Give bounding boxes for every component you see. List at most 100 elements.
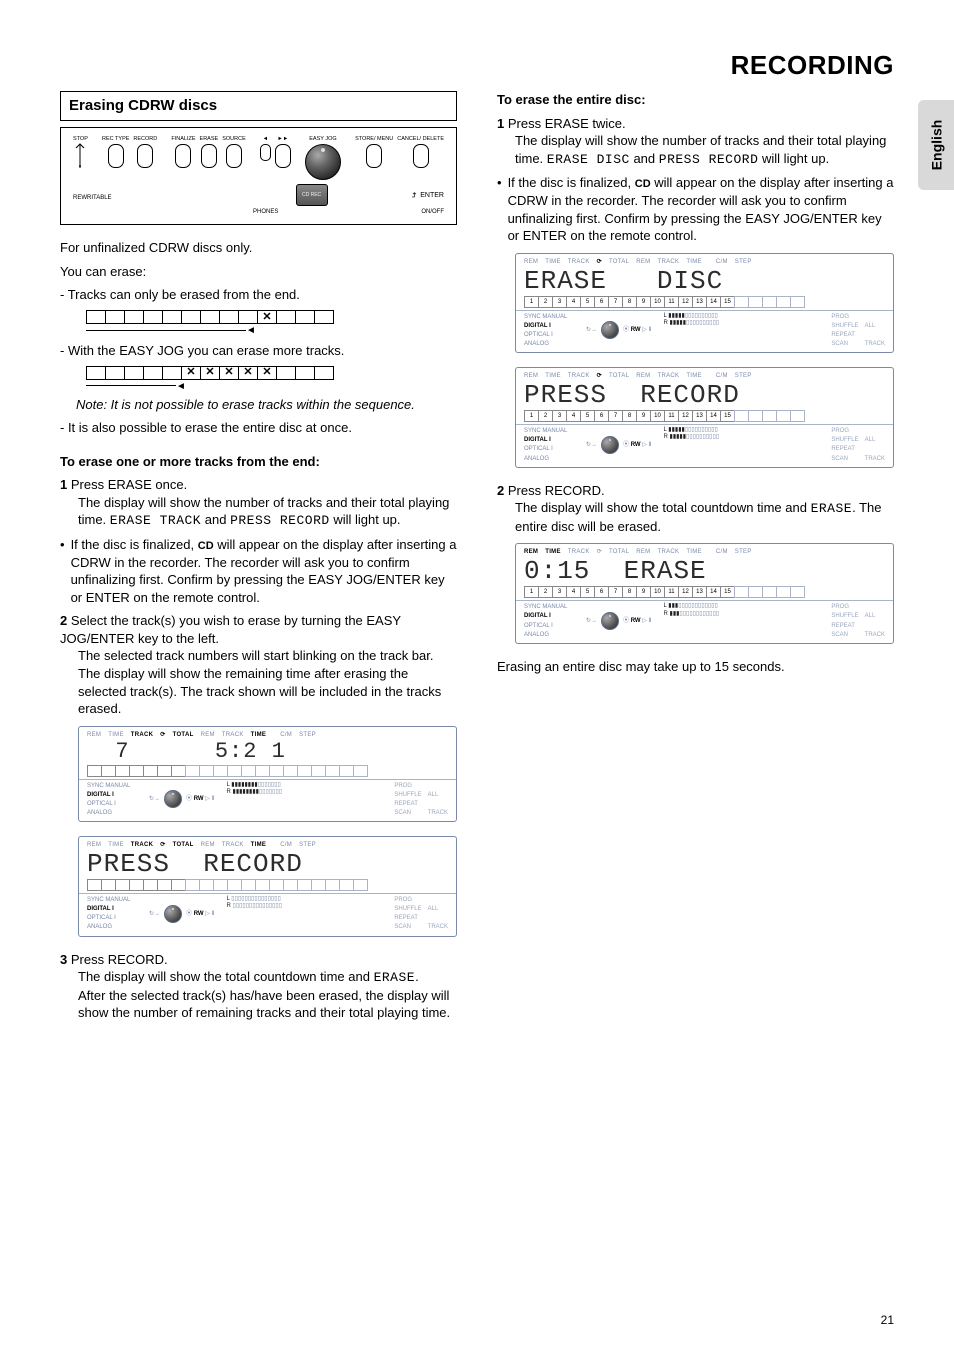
- ctrl-label: EASY JOG: [309, 136, 336, 142]
- step-body-b: .: [415, 969, 419, 984]
- arrow-left-1: ◄: [86, 326, 457, 336]
- step-text: Press ERASE twice.: [508, 116, 626, 131]
- step-text: Press RECORD.: [508, 483, 605, 498]
- ctrl-label: ►►: [277, 136, 288, 142]
- bullet-icon: •: [60, 536, 65, 606]
- ctrl-label: SOURCE: [222, 136, 246, 142]
- bullet-erase-end: - Tracks can only be erased from the end…: [60, 286, 457, 304]
- ctrl-label: ERASE: [200, 136, 219, 142]
- r-step-1: 1 Press ERASE twice. The display will sh…: [497, 115, 894, 169]
- prev-button: [260, 144, 271, 161]
- note-sequence: Note: It is not possible to erase tracks…: [76, 396, 457, 414]
- ctrl-label: REC TYPE: [102, 136, 129, 142]
- step-body-a: The selected track numbers will start bl…: [78, 647, 457, 665]
- display-figure-press-record-2: REMTIME TRACK⟳ TOTALREM TRACKTIME C/MSTE…: [515, 367, 894, 467]
- seg-erase-disc: ERASE DISC: [547, 152, 630, 167]
- x-icon: ✕: [243, 365, 252, 380]
- display-figure-press-record: REMTIME TRACK⟳ TOTALREM TRACKTIME C/MSTE…: [78, 836, 457, 936]
- language-tab: English: [918, 100, 954, 190]
- finalize-button: [175, 144, 191, 168]
- display-figure-countdown-erase: REM TIME TRACK⟳ TOTALREM TRACKTIME C/MST…: [515, 543, 894, 643]
- intro-line-2: You can erase:: [60, 263, 457, 281]
- step-1: 1 Press ERASE once. The display will sho…: [60, 476, 457, 530]
- track-strip-2: ✕ ✕ ✕ ✕ ✕: [86, 366, 457, 380]
- track-strip-1: ✕: [86, 310, 457, 324]
- x-icon: ✕: [224, 365, 233, 380]
- step-body-a: The display will show the total countdow…: [78, 969, 370, 984]
- step-num: 3: [60, 952, 67, 967]
- display-figure-erase-disc: REMTIME TRACK⟳ TOTALREM TRACKTIME C/MSTE…: [515, 253, 894, 353]
- mini-knob-icon: [164, 790, 182, 808]
- x-icon: ✕: [186, 365, 195, 380]
- enter-arrow: ↵ENTER: [412, 190, 444, 201]
- loop-icon: ↻→: [149, 910, 160, 918]
- rewritable-label: REWRITABLE: [73, 194, 112, 202]
- ctrl-label: CANCEL/ DELETE: [397, 136, 444, 142]
- cancel-delete-button: [413, 144, 429, 168]
- cd-label: CD: [635, 178, 651, 190]
- step-body-b: The display will show the remaining time…: [78, 665, 457, 718]
- page: RECORDING English Erasing CDRW discs STO…: [0, 0, 954, 1351]
- note-a: If the disc is finalized,: [71, 537, 195, 552]
- ctrl-label: FINALIZE: [171, 136, 195, 142]
- trackbar: [87, 765, 448, 777]
- cd-label: CD: [198, 540, 214, 552]
- display-figure-tracks: REM TIME TRACK ⟳ TOTAL REM TRACK TIME C/…: [78, 726, 457, 822]
- ctrl-label: ◄: [263, 136, 268, 142]
- seg-erase-track: ERASE TRACK: [110, 513, 201, 528]
- x-icon: ✕: [205, 365, 214, 380]
- finalized-note: • If the disc is finalized, CD will appe…: [60, 536, 457, 606]
- record-button: [137, 144, 153, 168]
- step-2: 2 Select the track(s) you wish to erase …: [60, 612, 457, 717]
- next-button: [275, 144, 291, 168]
- step-join: and: [205, 512, 227, 527]
- controls-figure: STOP REC TYPE RECORD FINALIZE ERASE SOUR…: [60, 127, 457, 225]
- ctrl-label: STORE/ MENU: [355, 136, 393, 142]
- note-a: If the disc is finalized,: [508, 175, 632, 190]
- step-num: 1: [497, 116, 504, 131]
- mini-knob-icon: [601, 321, 619, 339]
- seg-press-record: PRESS RECORD: [230, 513, 330, 528]
- mini-knob-icon: [601, 612, 619, 630]
- section-heading: Erasing CDRW discs: [60, 91, 457, 121]
- mini-knob-icon: [164, 905, 182, 923]
- x-icon: ✕: [262, 365, 271, 380]
- step-text: Select the track(s) you wish to erase by…: [60, 613, 401, 646]
- step-text: Press RECORD.: [71, 952, 168, 967]
- mini-knob-icon: [601, 436, 619, 454]
- step-num: 2: [497, 483, 504, 498]
- loop-icon: ↻→: [586, 326, 597, 334]
- bullet-icon: •: [497, 174, 502, 244]
- seg-press-record: PRESS RECORD: [659, 152, 759, 167]
- columns: Erasing CDRW discs STOP REC TYPE RECORD …: [60, 91, 894, 1028]
- step-3: 3 Press RECORD. The display will show th…: [60, 951, 457, 1022]
- intro-line-1: For unfinalized CDRW discs only.: [60, 239, 457, 257]
- subhead-erase-tracks: To erase one or more tracks from the end…: [60, 453, 457, 471]
- step-tail: will light up.: [762, 151, 829, 166]
- left-column: Erasing CDRW discs STOP REC TYPE RECORD …: [60, 91, 457, 1028]
- page-number: 21: [881, 1313, 894, 1327]
- loop-icon: ↻→: [149, 795, 160, 803]
- step-text: Press ERASE once.: [71, 477, 187, 492]
- seg-erase: ERASE: [811, 501, 853, 516]
- step-body-c: After the selected track(s) has/have bee…: [78, 987, 457, 1022]
- loop-icon: ↻→: [586, 441, 597, 449]
- rec-type-button: [108, 144, 124, 168]
- erase-button: [201, 144, 217, 168]
- step-body-a: The display will show the total countdow…: [515, 500, 807, 515]
- step-num: 2: [60, 613, 67, 628]
- cd-rec-badge: CD REC: [296, 184, 328, 206]
- step-tail: will light up.: [333, 512, 400, 527]
- store-menu-button: [366, 144, 382, 168]
- step-join: and: [633, 151, 655, 166]
- loop-icon: ↻→: [586, 617, 597, 625]
- closing-note: Erasing an entire disc may take up to 15…: [497, 658, 894, 676]
- easy-jog-knob: [305, 144, 341, 180]
- arrow-left-2: ◄: [86, 382, 457, 392]
- x-icon: ✕: [262, 310, 271, 325]
- step-num: 1: [60, 477, 67, 492]
- bullet-entire-disc: - It is also possible to erase the entir…: [60, 419, 457, 437]
- phones-label: PHONES: [253, 208, 278, 216]
- controls-top-row: STOP REC TYPE RECORD FINALIZE ERASE SOUR…: [73, 136, 444, 180]
- language-tab-label: English: [928, 120, 944, 171]
